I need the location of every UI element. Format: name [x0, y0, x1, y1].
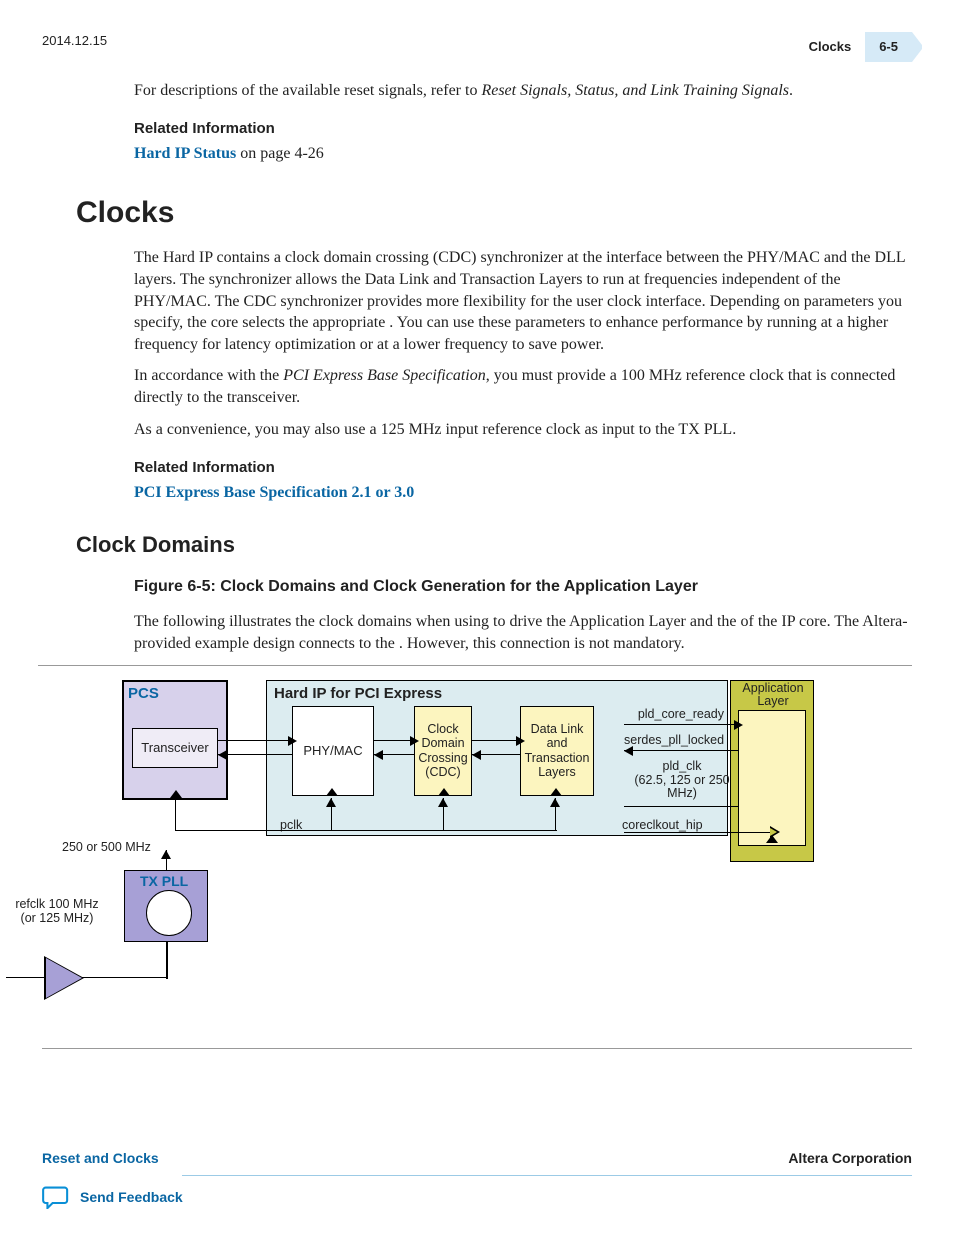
text: to the — [359, 635, 399, 652]
pld-clk-mhz-label: (62.5, 125 or 250 MHz) — [632, 774, 732, 802]
header-date: 2014.12.15 — [42, 32, 107, 50]
clock-domains-heading: Clock Domains — [76, 530, 912, 560]
figure-description: The following illustrates the clock doma… — [134, 611, 912, 654]
related-info-heading-2: Related Information — [134, 458, 912, 478]
arrow-left-icon — [472, 750, 481, 760]
clock-domains-diagram: PCS Transceiver 250 or 500 MHz Hard IP f… — [42, 680, 912, 1040]
text: For descriptions of the available reset … — [134, 82, 481, 99]
arrow-up-icon — [438, 798, 448, 807]
ref-italic: Reset Signals, Status, and Link Training… — [481, 82, 789, 99]
wire — [624, 832, 772, 833]
figure-caption: Figure 6-5: Clock Domains and Clock Gene… — [134, 576, 912, 598]
spec-italic: PCI Express Base Specification — [283, 367, 485, 384]
wire — [175, 800, 176, 830]
tx-pll-label: TX PLL — [140, 872, 188, 891]
header-page-number: 6-5 — [865, 32, 912, 62]
wire — [624, 750, 738, 751]
clocks-heading: Clocks — [76, 193, 912, 234]
text: In accordance with the — [134, 367, 283, 384]
tx-pll-circle-icon — [146, 890, 192, 936]
clock-caret-icon — [170, 790, 182, 798]
arrow-left-icon — [374, 750, 383, 760]
footer-divider — [182, 1175, 912, 1176]
pld-clk-label: pld_clk — [642, 760, 722, 774]
cdc-block: Clock Domain Crossing (CDC) — [414, 706, 472, 796]
wire — [624, 724, 738, 725]
wire — [624, 806, 738, 807]
wire — [82, 977, 166, 979]
arrow-left-icon — [624, 746, 633, 756]
buffer-icon-fill — [46, 958, 82, 998]
related-info-line: Hard IP Status on page 4-26 — [134, 143, 912, 165]
wire — [374, 740, 414, 741]
clock-caret-icon — [438, 788, 450, 796]
text: to drive the Application Layer and the — [493, 613, 740, 630]
footer-left-link[interactable]: Reset and Clocks — [42, 1149, 159, 1168]
pld-core-ready-label: pld_core_ready — [624, 708, 724, 722]
transceiver-block: Transceiver — [132, 728, 218, 768]
arrow-up-icon — [550, 798, 560, 807]
arrow-right-icon — [288, 736, 297, 746]
wire — [166, 942, 168, 979]
reset-signals-sentence: For descriptions of the available reset … — [134, 80, 912, 102]
wire — [218, 740, 292, 741]
serdes-pll-locked-label: serdes_pll_locked — [624, 734, 724, 748]
arrow-up-icon — [161, 850, 171, 859]
phy-mac-block: PHY/MAC — [292, 706, 374, 796]
dll-block: Data Link and Transaction Layers — [520, 706, 594, 796]
pci-spec-link[interactable]: PCI Express Base Specification 2.1 or 3.… — [134, 484, 414, 501]
arrow-up-icon — [326, 798, 336, 807]
wire — [6, 977, 46, 979]
wire — [175, 830, 557, 831]
text: . — [789, 82, 793, 99]
clock-caret-icon — [326, 788, 338, 796]
arrow-right-icon — [410, 736, 419, 746]
arrow-left-icon — [218, 750, 227, 760]
clock-caret-icon — [550, 788, 562, 796]
wire — [218, 754, 292, 755]
wire — [472, 740, 520, 741]
mhz-250-500-label: 250 or 500 MHz — [62, 839, 151, 856]
clocks-para-3: As a convenience, you may also use a 125… — [134, 419, 912, 441]
related-info-heading: Related Information — [134, 119, 912, 139]
hard-ip-status-link[interactable]: Hard IP Status — [134, 145, 236, 162]
footer-corp: Altera Corporation — [788, 1149, 912, 1168]
pcs-label: PCS — [128, 684, 159, 704]
header-section: Clocks — [795, 32, 866, 62]
refclk-label: refclk 100 MHz (or 125 MHz) — [12, 897, 102, 926]
arrow-right-icon — [516, 736, 525, 746]
arrow-right-icon — [734, 720, 743, 730]
text: . However, this connection is not mandat… — [399, 635, 685, 652]
arrow-open-right-icon — [770, 826, 780, 838]
text: The following illustrates the clock doma… — [134, 613, 493, 630]
pclk-label: pclk — [280, 817, 302, 834]
send-feedback-link[interactable]: Send Feedback — [80, 1188, 183, 1207]
app-layer-label: Application Layer — [742, 682, 804, 710]
clocks-para-2: In accordance with the PCI Express Base … — [134, 365, 912, 408]
feedback-bubble-icon — [42, 1185, 70, 1209]
hard-ip-label: Hard IP for PCI Express — [274, 684, 442, 704]
clocks-para-1: The Hard IP contains a clock domain cros… — [134, 247, 912, 355]
text: on page 4-26 — [236, 145, 324, 162]
